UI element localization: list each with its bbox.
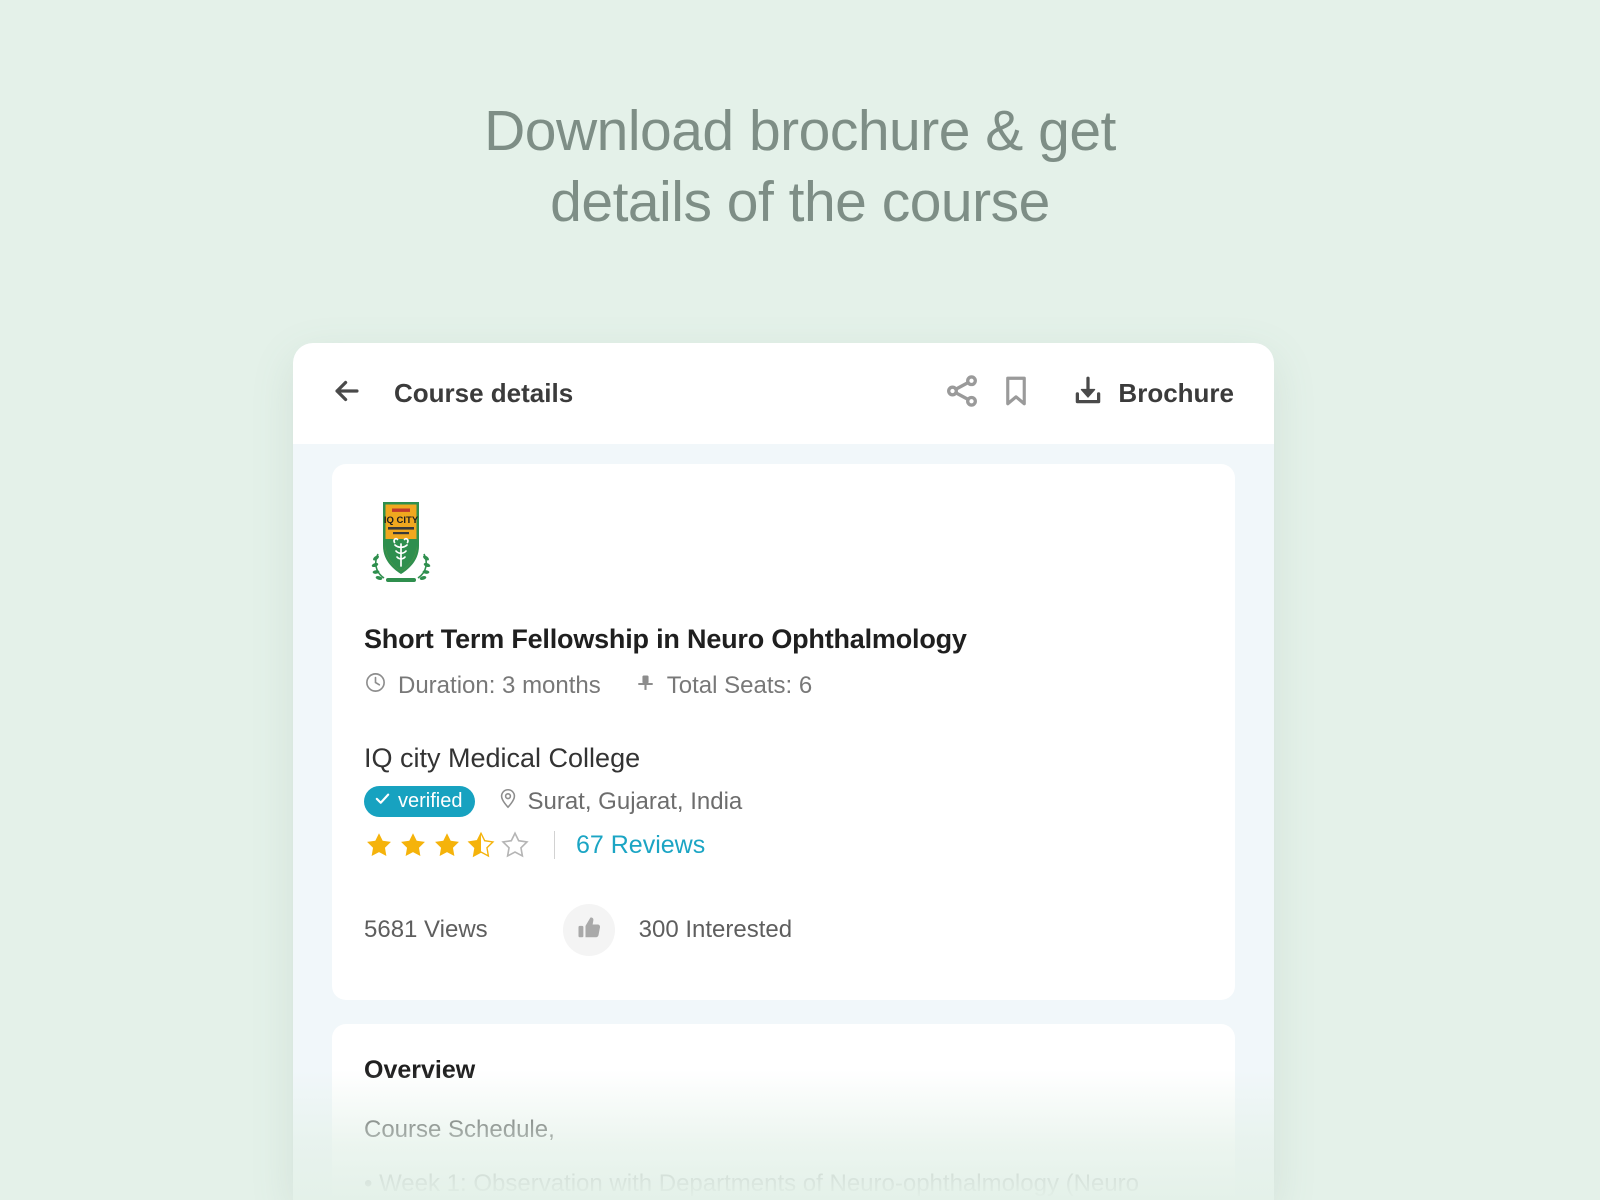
course-title: Short Term Fellowship in Neuro Ophthalmo… bbox=[364, 624, 967, 654]
download-icon bbox=[1071, 374, 1105, 413]
course-summary-card: IQ CITY Short Term Fellowship in Neuro O… bbox=[332, 464, 1235, 1000]
stats-row: 5681 Views 300 Interested bbox=[364, 904, 1203, 956]
clock-icon bbox=[364, 671, 387, 701]
college-name: IQ city Medical College bbox=[364, 743, 641, 773]
overview-lead: Course Schedule, bbox=[364, 1116, 555, 1143]
star-rating bbox=[364, 830, 530, 860]
interested-count: 300 Interested bbox=[638, 916, 793, 943]
location-pin-icon bbox=[497, 787, 519, 816]
college-location-label: Surat, Gujarat, India bbox=[527, 787, 743, 815]
star-icon-full-3 bbox=[435, 833, 459, 856]
brochure-label: Brochure bbox=[1118, 378, 1234, 408]
reviews-link[interactable]: 67 Reviews bbox=[576, 831, 705, 860]
phone-mockup: Course details Brochure IQ CITY Short Te… bbox=[293, 343, 1274, 1200]
interested-button[interactable] bbox=[562, 904, 615, 956]
share-button[interactable] bbox=[935, 367, 989, 421]
app-bar: Course details Brochure bbox=[293, 343, 1274, 444]
back-button[interactable] bbox=[324, 371, 370, 417]
page-title: Course details bbox=[394, 378, 574, 408]
verified-label: verified bbox=[398, 790, 463, 812]
course-duration: Duration: 3 months bbox=[364, 671, 601, 701]
college-logo: IQ CITY bbox=[364, 496, 438, 586]
overview-title: Overview bbox=[364, 1056, 476, 1084]
course-seats: Total Seats: 6 bbox=[635, 671, 812, 701]
svg-text:IQ CITY: IQ CITY bbox=[384, 515, 419, 526]
college-location: Surat, Gujarat, India bbox=[497, 787, 742, 816]
star-icon-half-4 bbox=[467, 831, 495, 858]
course-duration-label: Duration: 3 months bbox=[398, 672, 601, 699]
rating-divider bbox=[554, 831, 555, 859]
star-icon-full-1 bbox=[367, 833, 391, 856]
views-count: 5681 Views bbox=[364, 916, 488, 943]
arrow-left-icon bbox=[330, 374, 364, 413]
bookmark-icon bbox=[998, 373, 1034, 414]
share-icon bbox=[943, 372, 981, 415]
rating-row: 67 Reviews bbox=[364, 830, 1203, 860]
verified-badge: verified bbox=[364, 786, 476, 817]
overview-card: Overview Course Schedule, • Week 1: Obse… bbox=[332, 1024, 1235, 1200]
course-seats-label: Total Seats: 6 bbox=[666, 672, 813, 699]
promo-heading: Download brochure & get details of the c… bbox=[484, 99, 1116, 234]
course-meta-row: Duration: 3 months Total Seats: 6 bbox=[364, 671, 1203, 701]
star-icon-empty-5 bbox=[501, 831, 529, 858]
thumbs-up-icon bbox=[574, 913, 604, 948]
check-icon bbox=[374, 790, 391, 813]
seat-icon bbox=[635, 671, 656, 701]
brochure-button[interactable]: Brochure bbox=[1071, 374, 1234, 413]
overview-line-1: • Week 1: Observation with Departments o… bbox=[364, 1170, 1139, 1197]
star-icon-full-2 bbox=[401, 833, 425, 856]
bookmark-button[interactable] bbox=[989, 367, 1043, 421]
college-badge-row: verified Surat, Gujarat, India bbox=[364, 786, 1203, 817]
